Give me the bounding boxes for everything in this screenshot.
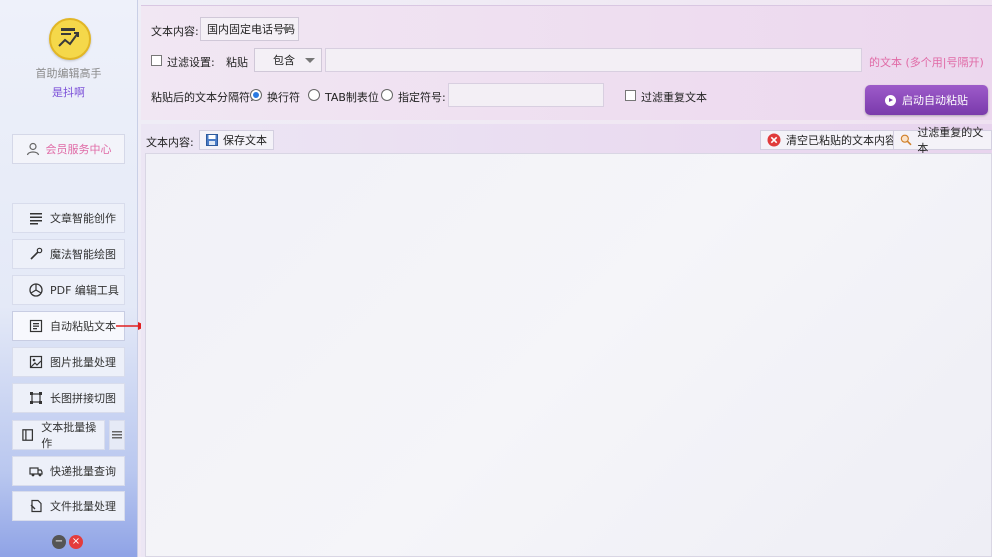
radio-custom[interactable] [381,89,393,101]
truck-icon [29,467,43,477]
image-icon [29,355,43,369]
play-icon [885,94,896,106]
member-center-label: 会员服务中心 [45,143,112,156]
sidebar-item-article[interactable]: 文章智能创作 [12,203,125,233]
sidebar-item-label: 文本批量操作 [41,421,97,450]
filter-hint: 的文本 (多个用|号隔开) [869,56,984,69]
app-name: 首助编辑高手 [35,67,102,80]
close-icon[interactable]: × [69,535,83,549]
separator-label: 粘贴后的文本分隔符: [151,91,254,104]
save-text-button[interactable]: 保存文本 [199,130,274,150]
radio-tab[interactable] [308,89,320,101]
sidebar-item-pdf[interactable]: PDF 编辑工具 [12,275,125,305]
filter-duplicates-button[interactable]: 过滤重复的文本 [893,126,992,155]
save-text-label: 保存文本 [223,134,267,147]
lines-icon [30,213,42,225]
paste-label: 粘贴 [226,56,248,69]
chevron-down-icon [305,58,315,63]
wand-icon [30,247,43,260]
sidebar-item-label: 文章智能创作 [50,212,116,225]
sidebar-item-express[interactable]: 快递批量查询 [12,456,125,486]
sidebar-item-label: PDF 编辑工具 [50,284,119,297]
paste-mode-select[interactable]: 包含 [254,48,322,72]
sidebar-item-auto-paste[interactable]: 自动粘贴文本 [12,311,125,341]
sidebar-item-text-batch[interactable]: 文本批量操作 [12,420,105,450]
radio-tab-label: TAB制表位 [325,91,379,104]
clear-pasted-label: 清空已粘贴的文本内容 [786,134,896,147]
start-auto-paste-label: 启动自动粘贴 [902,94,968,107]
filter-text-input[interactable] [325,48,862,72]
sidebar-item-label: 自动粘贴文本 [50,320,116,333]
member-center-button[interactable]: 会员服务中心 [12,134,125,164]
sidebar-item-label: 魔法智能绘图 [50,248,116,261]
paste-text-icon [29,319,43,333]
app-subtitle: 是抖啊 [52,86,85,99]
minimize-icon[interactable]: − [52,535,66,549]
search-filter-icon [900,134,912,146]
text-batch-menu-button[interactable] [109,420,125,450]
sidebar-item-drawing[interactable]: 魔法智能绘图 [12,239,125,269]
sidebar-item-label: 文件批量处理 [50,500,116,513]
app-logo-icon [49,18,91,60]
sidebar-item-label: 长图拼接切图 [50,392,116,405]
radio-newline[interactable] [250,89,262,101]
sidebar-item-file-batch[interactable]: 文件批量处理 [12,491,125,521]
radio-custom-label: 指定符号: [398,91,446,104]
save-icon [206,134,218,146]
sidebar-item-image-batch[interactable]: 图片批量处理 [12,347,125,377]
crop-icon [30,392,42,404]
content-panel: 文本内容: 保存文本 清空已粘贴的文本内容 过滤重复的文本 [141,124,992,557]
chevron-down-icon [282,27,292,32]
file-icon [30,499,42,513]
sidebar-item-label: 快递批量查询 [50,465,116,478]
menu-icon [112,431,122,439]
clear-pasted-button[interactable]: 清空已粘贴的文本内容 [760,130,903,150]
paste-mode-value: 包含 [273,54,295,67]
text-batch-icon [22,429,34,441]
radio-newline-label: 换行符 [267,91,300,104]
sidebar: 首助编辑高手 是抖啊 会员服务中心 文章智能创作 魔法智能绘图 PDF 编辑工具 [0,0,138,557]
pasted-text-area[interactable] [145,153,992,557]
clear-icon [767,133,781,147]
pdf-aperture-icon [29,283,43,297]
filter-duplicates-label: 过滤重复的文本 [917,126,984,155]
custom-separator-input[interactable] [448,83,604,107]
dedupe-label: 过滤重复文本 [641,91,707,104]
content-type-select[interactable]: 国内固定电话号码 [200,17,299,41]
sidebar-item-label: 图片批量处理 [50,356,116,369]
content-label: 文本内容: [146,136,194,149]
start-auto-paste-button[interactable]: 启动自动粘贴 [865,85,988,115]
user-icon [26,142,39,156]
content-type-label: 文本内容: [151,25,199,38]
filter-checkbox[interactable] [151,55,162,66]
dedupe-checkbox[interactable] [625,90,636,101]
window-controls: − × [52,535,83,549]
sidebar-item-long-image[interactable]: 长图拼接切图 [12,383,125,413]
filter-label: 过滤设置: [167,56,215,69]
